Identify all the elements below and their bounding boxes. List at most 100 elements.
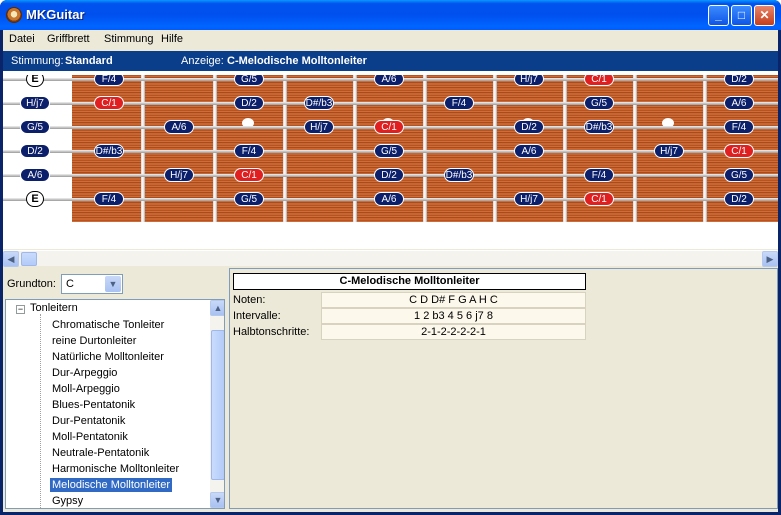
info-row-halbtonschritte: Halbtonschritte: 2-1-2-2-2-2-1 — [233, 324, 586, 340]
note-marker[interactable]: C/1 — [584, 192, 614, 206]
close-button[interactable]: ✕ — [754, 5, 775, 26]
note-marker[interactable]: F/4 — [444, 96, 474, 110]
tree-item[interactable]: Dur-Arpeggio — [50, 366, 119, 380]
scroll-up-icon[interactable]: ▲ — [210, 300, 224, 316]
title-bar[interactable]: MKGuitar _ □ ✕ — [0, 0, 781, 30]
vertical-scrollbar[interactable]: ▲ ▼ — [210, 300, 224, 508]
note-marker[interactable]: A/6 — [164, 120, 194, 134]
tree-item[interactable]: Moll-Arpeggio — [50, 382, 122, 396]
note-marker[interactable]: D/2 — [514, 120, 544, 134]
note-marker[interactable]: A/6 — [514, 144, 544, 158]
stimmung-label: Stimmung: — [11, 55, 64, 67]
horizontal-scrollbar[interactable]: ◀ ▶ — [3, 250, 778, 267]
note-marker[interactable]: H/j7 — [304, 120, 334, 134]
fretboard-area: E E F/4 G/5 A/6 H/j7 C/1 D/2 H/j7 C/1 D/2 D#/b3 F/4 G… — [3, 71, 778, 249]
note-marker[interactable]: D/2 — [20, 144, 50, 158]
note-marker[interactable]: H/j7 — [654, 144, 684, 158]
note-marker[interactable]: F/4 — [584, 168, 614, 182]
scroll-left-icon[interactable]: ◀ — [3, 251, 19, 267]
tree-item[interactable]: Dur-Pentatonik — [50, 414, 127, 428]
grundton-label: Grundton: — [7, 278, 56, 290]
menu-bar: Datei Griffbrett Stimmung Hilfe — [3, 30, 778, 50]
note-marker[interactable]: G/5 — [724, 168, 754, 182]
status-bar: Stimmung: Standard Anzeige: C-Melodische… — [3, 51, 778, 71]
app-window: MKGuitar _ □ ✕ Datei Griffbrett Stimmung… — [0, 0, 781, 515]
scale-info-title: C-Melodische Molltonleiter — [233, 273, 586, 290]
note-marker[interactable]: D#/b3 — [584, 120, 614, 134]
client-area: Datei Griffbrett Stimmung Hilfe Stimmung… — [3, 30, 778, 512]
scroll-thumb[interactable] — [211, 330, 224, 480]
window-title: MKGuitar — [26, 7, 85, 22]
info-label: Intervalle: — [233, 310, 281, 322]
scroll-right-icon[interactable]: ▶ — [762, 251, 778, 267]
tree-item[interactable]: Melodische Molltonleiter — [50, 478, 172, 492]
fretboard[interactable]: E E F/4 G/5 A/6 H/j7 C/1 D/2 H/j7 C/1 D/2 D#/b3 F/4 G… — [3, 75, 778, 222]
note-marker[interactable]: G/5 — [234, 75, 264, 86]
scroll-down-icon[interactable]: ▼ — [210, 492, 224, 508]
note-marker[interactable]: D#/b3 — [304, 96, 334, 110]
anzeige-label: Anzeige: — [181, 55, 224, 67]
open-string-label: E — [26, 191, 44, 207]
info-row-intervalle: Intervalle: 1 2 b3 4 5 6 j7 8 — [233, 308, 586, 324]
note-marker[interactable]: F/4 — [724, 120, 754, 134]
note-marker[interactable]: A/6 — [374, 75, 404, 86]
note-marker[interactable]: C/1 — [94, 96, 124, 110]
tree-item[interactable]: Chromatische Tonleiter — [50, 318, 166, 332]
note-marker[interactable]: A/6 — [724, 96, 754, 110]
note-marker[interactable]: H/j7 — [20, 96, 50, 110]
tree-root-tonleitern[interactable]: Tonleitern — [30, 302, 78, 314]
scroll-thumb[interactable] — [21, 252, 37, 266]
stimmung-value: Standard — [65, 55, 113, 67]
note-marker[interactable]: F/4 — [94, 192, 124, 206]
grundton-select[interactable]: C ▼ — [61, 274, 123, 294]
tree-item[interactable]: Gypsy — [50, 494, 85, 508]
note-marker[interactable]: H/j7 — [164, 168, 194, 182]
info-row-noten: Noten: C D D# F G A H C — [233, 292, 586, 308]
collapse-icon[interactable]: − — [16, 305, 25, 314]
note-marker[interactable]: D/2 — [234, 96, 264, 110]
note-marker[interactable]: G/5 — [20, 120, 50, 134]
note-marker[interactable]: G/5 — [584, 96, 614, 110]
note-marker[interactable]: C/1 — [234, 168, 264, 182]
note-marker[interactable]: H/j7 — [514, 192, 544, 206]
guitar-app-icon — [6, 7, 22, 23]
info-value: C D D# F G A H C — [321, 292, 586, 308]
tree-connector-line — [40, 314, 41, 508]
note-marker[interactable]: D/2 — [724, 75, 754, 86]
tree-item[interactable]: Natürliche Molltonleiter — [50, 350, 166, 364]
note-marker[interactable]: D#/b3 — [444, 168, 474, 182]
info-label: Halbtonschritte: — [233, 326, 310, 338]
note-marker[interactable]: D/2 — [724, 192, 754, 206]
note-marker[interactable]: C/1 — [584, 75, 614, 86]
grundton-value: C — [66, 278, 74, 290]
anzeige-value: C-Melodische Molltonleiter — [227, 55, 367, 67]
tree-item[interactable]: Blues-Pentatonik — [50, 398, 137, 412]
note-marker[interactable]: G/5 — [234, 192, 264, 206]
menu-stimmung[interactable]: Stimmung — [104, 33, 154, 45]
note-marker[interactable]: G/5 — [374, 144, 404, 158]
note-marker[interactable]: H/j7 — [514, 75, 544, 86]
chevron-down-icon[interactable]: ▼ — [105, 276, 121, 292]
scale-info-panel: C-Melodische Molltonleiter Noten: C D D#… — [229, 268, 778, 509]
note-marker[interactable]: F/4 — [94, 75, 124, 86]
info-value: 1 2 b3 4 5 6 j7 8 — [321, 308, 586, 324]
tree-item[interactable]: Moll-Pentatonik — [50, 430, 130, 444]
tree-item[interactable]: Harmonische Molltonleiter — [50, 462, 181, 476]
tree-item[interactable]: reine Durtonleiter — [50, 334, 138, 348]
tree-item[interactable]: Neutrale-Pentatonik — [50, 446, 151, 460]
menu-griffbrett[interactable]: Griffbrett — [47, 33, 90, 45]
menu-datei[interactable]: Datei — [9, 33, 35, 45]
maximize-button[interactable]: □ — [731, 5, 752, 26]
note-marker[interactable]: A/6 — [374, 192, 404, 206]
note-marker[interactable]: A/6 — [20, 168, 50, 182]
note-marker[interactable]: D/2 — [374, 168, 404, 182]
note-marker[interactable]: C/1 — [374, 120, 404, 134]
note-marker[interactable]: D#/b3 — [94, 144, 124, 158]
note-marker[interactable]: C/1 — [724, 144, 754, 158]
note-marker[interactable]: F/4 — [234, 144, 264, 158]
info-label: Noten: — [233, 294, 266, 306]
minimize-button[interactable]: _ — [708, 5, 729, 26]
info-value: 2-1-2-2-2-2-1 — [321, 324, 586, 340]
scale-tree[interactable]: − Tonleitern Chromatische Tonleiter reine… — [5, 299, 225, 509]
menu-hilfe[interactable]: Hilfe — [161, 33, 183, 45]
